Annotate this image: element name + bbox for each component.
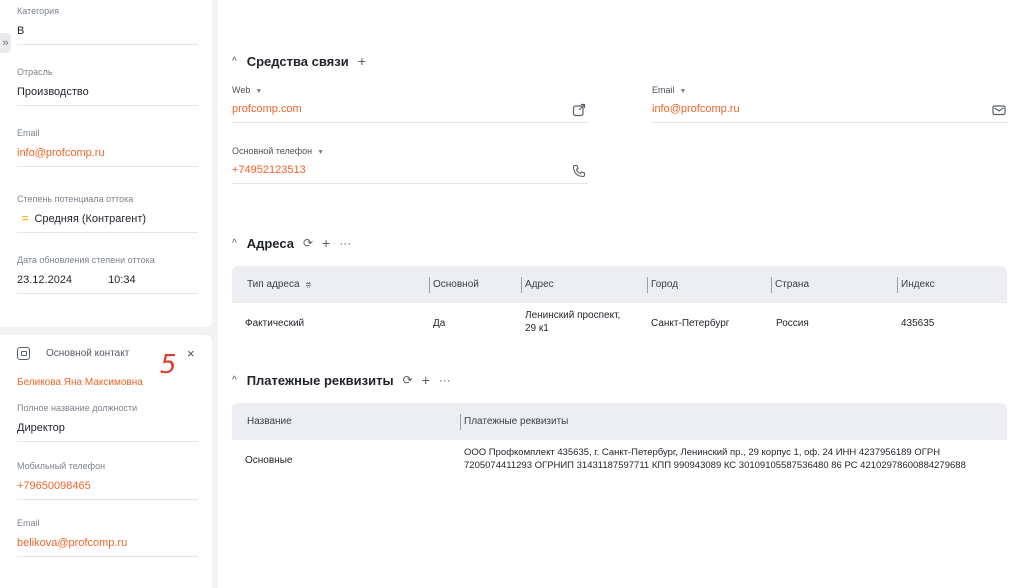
collapse-chevron-icon[interactable]: ^ (232, 238, 237, 249)
mail-icon[interactable] (992, 103, 1006, 117)
field-label: Основной телефон ▼ (232, 146, 325, 156)
column-header-details[interactable]: Платежные реквизиты (460, 414, 568, 430)
field-industry[interactable]: Отрасль Производство (17, 67, 198, 106)
field-mobile-phone[interactable]: Мобильный телефон +79650098465 (17, 461, 198, 500)
field-label: Отрасль (17, 67, 53, 77)
cell-index: 435635 (901, 318, 935, 329)
column-header-name[interactable]: Название (244, 414, 292, 430)
field-value: B (17, 25, 25, 37)
email-link[interactable]: info@profcomp.ru (652, 103, 1008, 122)
section-title: Средства связи (246, 53, 349, 69)
field-label: Email (17, 518, 40, 528)
field-label: Полное название должности (17, 403, 138, 413)
column-header-type[interactable]: Тип адреса ⩷ (244, 277, 311, 293)
dropdown-caret-icon[interactable]: ▼ (680, 88, 687, 95)
contact-card-icon (17, 347, 30, 360)
cell-main: Да (433, 318, 446, 329)
addresses-table: Тип адреса ⩷ Основной Адрес Город Страна … (232, 266, 1007, 343)
field-value: = Средняя (Контрагент) (17, 213, 198, 232)
field-position[interactable]: Полное название должности Директор (17, 403, 198, 442)
field-email[interactable]: Email info@profcomp.ru (17, 128, 198, 167)
column-header-city[interactable]: Город (647, 277, 678, 293)
email-link[interactable]: belikova@profcomp.ru (17, 537, 198, 556)
cell-address: Ленинский проспект, 29 к1 (525, 310, 621, 334)
contact-title: Основной контакт (46, 348, 130, 359)
cell-city: Санкт-Петербург (651, 318, 730, 329)
refresh-icon[interactable]: ⟳ (403, 373, 413, 387)
expand-panel-button[interactable]: » (0, 33, 11, 53)
time-value: 10:34 (108, 274, 136, 286)
contact-header: Основной контакт (17, 347, 129, 360)
field-label: Категория (17, 6, 60, 16)
phone-link[interactable]: +79650098465 (17, 480, 198, 499)
phone-icon[interactable] (572, 164, 586, 178)
field-label: Web ▼ (232, 85, 263, 95)
section-title: Платежные реквизиты (246, 372, 394, 388)
section-addresses-header: ^ Адреса ⟳ + ··· (232, 235, 351, 251)
collapse-chevron-icon[interactable]: ^ (232, 56, 237, 67)
section-communications-header: ^ Средства связи + (232, 53, 366, 69)
table-row[interactable]: Фактический Да Ленинский проспект, 29 к1 … (232, 303, 1007, 343)
dropdown-caret-icon[interactable]: ▼ (255, 88, 262, 95)
annotation-number: 5 (160, 350, 177, 380)
field-contact-email[interactable]: Email belikova@profcomp.ru (17, 518, 198, 557)
email-link[interactable]: info@profcomp.ru (17, 147, 198, 166)
field-value: 23.12.2024 10:34 (17, 274, 198, 293)
dropdown-caret-icon[interactable]: ▼ (317, 149, 324, 156)
field-churn-update-date[interactable]: Дата обновления степени оттока 23.12.202… (17, 255, 198, 294)
add-icon[interactable]: + (322, 235, 330, 251)
table-header: Название Платежные реквизиты (232, 403, 1007, 440)
cell-type: Фактический (245, 318, 305, 329)
collapse-chevron-icon[interactable]: ^ (232, 375, 237, 386)
churn-value: Средняя (Контрагент) (34, 213, 147, 225)
section-title: Адреса (246, 235, 294, 251)
filter-icon[interactable]: ⩷ (306, 279, 312, 290)
external-link-icon[interactable] (572, 103, 586, 117)
add-icon[interactable]: + (422, 372, 430, 388)
web-link[interactable]: profcomp.com (232, 103, 588, 122)
close-icon[interactable]: × (187, 346, 195, 361)
payments-table: Название Платежные реквизиты Основные ОО… (232, 403, 1007, 480)
field-email-main[interactable]: Email ▼ info@profcomp.ru (652, 85, 1008, 123)
field-churn-potential[interactable]: Степень потенциала оттока = Средняя (Конт… (17, 194, 198, 233)
date-value: 23.12.2024 (17, 274, 73, 286)
contact-name-link[interactable]: Беликова Яна Максимовна (17, 377, 143, 388)
field-category[interactable]: Категория B (17, 6, 198, 45)
cell-country: Россия (776, 318, 809, 329)
table-header: Тип адреса ⩷ Основной Адрес Город Страна … (232, 266, 1007, 303)
column-header-main[interactable]: Основной (429, 277, 479, 293)
cell-details: ООО Профкомплект 435635, г. Санкт-Петерб… (464, 447, 966, 471)
section-payments-header: ^ Платежные реквизиты ⟳ + ··· (232, 372, 451, 388)
phone-link[interactable]: +74952123513 (232, 164, 588, 183)
field-label: Дата обновления степени оттока (17, 255, 155, 265)
add-icon[interactable]: + (358, 53, 366, 69)
column-header-address[interactable]: Адрес (521, 277, 554, 293)
field-label: Степень потенциала оттока (17, 194, 134, 204)
column-header-country[interactable]: Страна (771, 277, 809, 293)
field-label: Email (17, 128, 40, 138)
field-label: Email ▼ (652, 85, 687, 95)
more-icon[interactable]: ··· (339, 236, 351, 250)
field-main-phone[interactable]: Основной телефон ▼ +74952123513 (232, 146, 588, 184)
field-value: Производство (17, 86, 89, 98)
refresh-icon[interactable]: ⟳ (303, 236, 313, 250)
more-icon[interactable]: ··· (439, 373, 451, 387)
field-label: Мобильный телефон (17, 461, 106, 471)
field-web[interactable]: Web ▼ profcomp.com (232, 85, 588, 123)
cell-name: Основные (245, 455, 293, 466)
table-row[interactable]: Основные ООО Профкомплект 435635, г. Сан… (232, 440, 1007, 480)
churn-marker-icon: = (22, 213, 29, 225)
column-header-index[interactable]: Индекс (897, 277, 935, 293)
field-value: Директор (17, 422, 65, 434)
